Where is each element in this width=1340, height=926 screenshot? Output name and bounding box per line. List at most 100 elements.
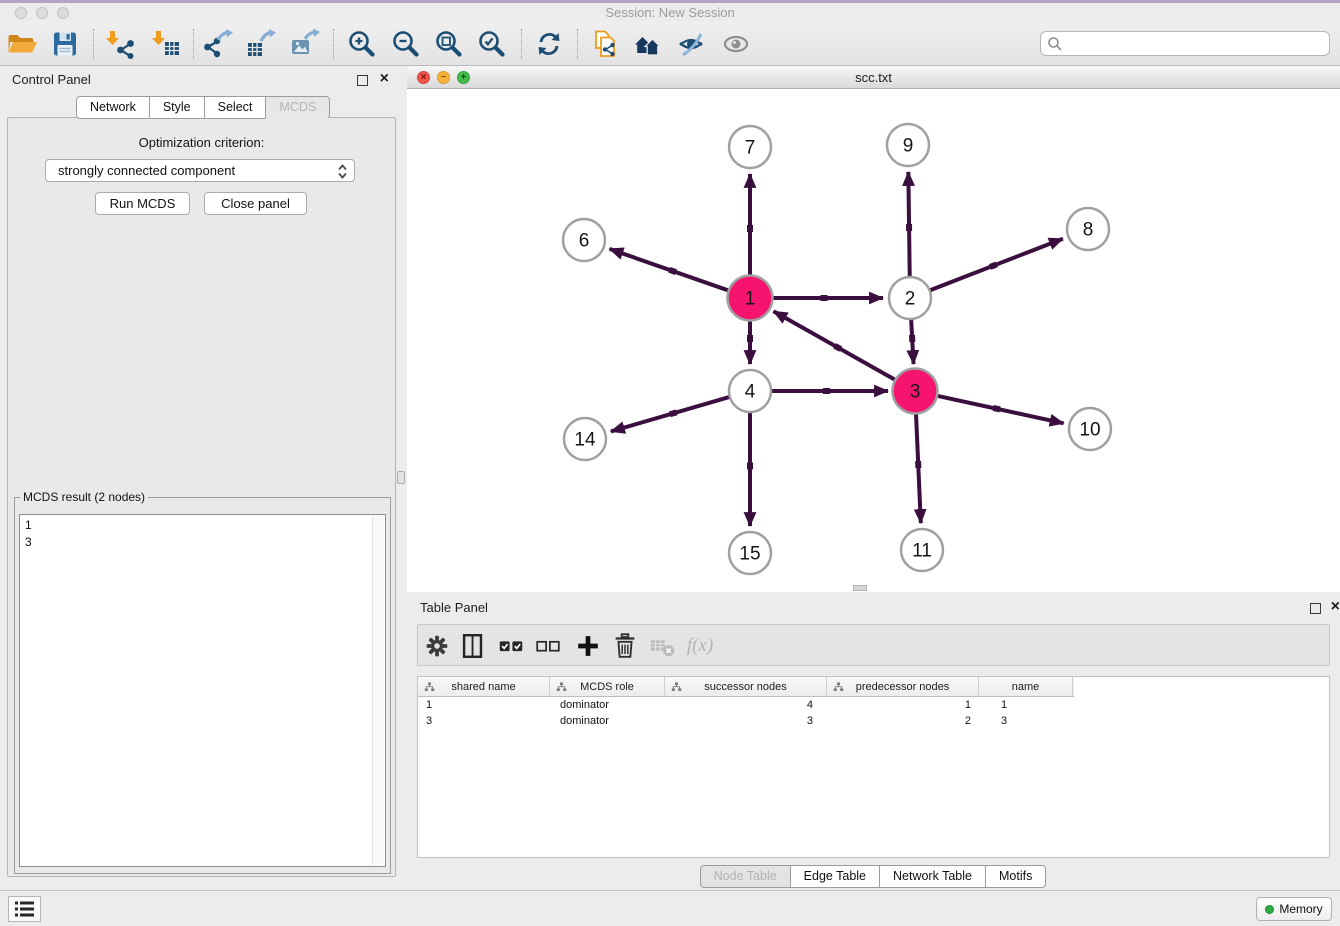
search-input[interactable]	[1040, 31, 1330, 56]
memory-button[interactable]: Memory	[1256, 897, 1332, 921]
delete-row-trash-icon[interactable]	[609, 630, 641, 662]
import-table-icon[interactable]	[148, 28, 184, 60]
task-history-button[interactable]	[8, 896, 41, 922]
column-type-icon	[424, 682, 435, 692]
mcds-result-title: MCDS result (2 nodes)	[20, 490, 148, 504]
result-scrollbar[interactable]	[372, 516, 384, 865]
show-columns-icon[interactable]	[457, 630, 489, 662]
graph-node-label: 9	[903, 136, 914, 157]
tab-style[interactable]: Style	[149, 96, 205, 119]
column-header-shared-name[interactable]: shared name	[418, 677, 550, 696]
cell-mcds-role[interactable]: dominator	[550, 697, 665, 713]
close-table-panel-icon[interactable]: ×	[1331, 600, 1340, 614]
tab-network-table[interactable]: Network Table	[879, 865, 986, 888]
column-header-predecessor-nodes[interactable]: predecessor nodes	[827, 677, 979, 696]
select-all-icon[interactable]	[495, 630, 527, 662]
cell-predecessor-nodes[interactable]: 1	[827, 697, 979, 713]
cell-predecessor-nodes[interactable]: 2	[827, 713, 979, 729]
zoom-fit-icon[interactable]	[431, 28, 467, 60]
zoom-selected-icon[interactable]	[474, 28, 510, 60]
cell-successor-nodes[interactable]: 4	[665, 697, 827, 713]
function-builder-icon[interactable]: f(x)	[684, 630, 716, 662]
close-panel-button[interactable]: Close panel	[204, 192, 307, 215]
column-type-icon	[671, 682, 682, 692]
clone-network-icon[interactable]	[587, 28, 623, 60]
panel-splitter-handle[interactable]	[397, 471, 405, 484]
toolbar-separator	[577, 29, 578, 59]
export-image-icon[interactable]	[287, 28, 323, 60]
tab-mcds[interactable]: MCDS	[265, 96, 330, 119]
graph-node-label: 1	[745, 289, 756, 310]
cell-name[interactable]: 1	[979, 697, 1073, 713]
table-toolbar: f(x)	[417, 624, 1330, 666]
control-panel-title: Control Panel	[12, 72, 91, 87]
network-window-titlebar: × − + scc.txt	[407, 66, 1340, 89]
first-neighbors-icon[interactable]	[630, 28, 666, 60]
show-all-eye-icon[interactable]	[718, 28, 754, 60]
column-header-name[interactable]: name	[979, 677, 1073, 696]
cell-name[interactable]: 3	[979, 713, 1073, 729]
run-mcds-button[interactable]: Run MCDS	[95, 192, 190, 215]
column-header-mcds-role[interactable]: MCDS role	[550, 677, 665, 696]
float-panel-icon[interactable]	[357, 75, 368, 86]
network-title: scc.txt	[407, 70, 1340, 85]
import-network-icon[interactable]	[102, 28, 138, 60]
criterion-select[interactable]: strongly connected component	[45, 159, 355, 182]
edge-label-mark	[990, 264, 997, 267]
export-network-icon[interactable]	[200, 28, 236, 60]
delete-table-icon[interactable]	[647, 630, 679, 662]
toolbar-separator	[521, 29, 522, 59]
graph-node-label: 8	[1083, 220, 1094, 241]
mcds-result-textarea[interactable]: 1 3	[19, 514, 386, 867]
cell-shared-name[interactable]: 3	[418, 713, 550, 729]
column-label: name	[1012, 681, 1040, 693]
tab-node-table[interactable]: Node Table	[700, 865, 791, 888]
optimization-criterion-label: Optimization criterion:	[8, 135, 395, 150]
hide-selection-eye-icon[interactable]	[673, 28, 709, 60]
status-bar: Memory	[0, 890, 1340, 926]
deselect-all-icon[interactable]	[532, 630, 564, 662]
zoom-out-icon[interactable]	[388, 28, 424, 60]
toolbar-separator	[193, 29, 194, 59]
node-table: shared name MCDS role successor nodes pr…	[417, 676, 1330, 858]
network-view-window: × − + scc.txt 1234678910111415	[407, 66, 1340, 592]
network-canvas[interactable]: 1234678910111415	[407, 89, 1340, 592]
cell-successor-nodes[interactable]: 3	[665, 713, 827, 729]
refresh-layout-icon[interactable]	[531, 28, 567, 60]
toolbar-separator	[93, 29, 94, 59]
mcds-result-line: 1	[25, 517, 385, 534]
table-row[interactable]: 1 dominator 4 1 1	[418, 697, 1329, 713]
graph-node-label: 14	[574, 430, 596, 451]
tab-network[interactable]: Network	[76, 96, 150, 119]
add-row-icon[interactable]	[572, 630, 604, 662]
window-titlebar: Session: New Session	[0, 3, 1340, 22]
table-row[interactable]: 3 dominator 3 2 3	[418, 713, 1329, 729]
task-list-icon	[14, 900, 36, 918]
canvas-resize-handle[interactable]	[853, 585, 867, 591]
zoom-in-icon[interactable]	[344, 28, 380, 60]
table-panel-title: Table Panel	[420, 600, 488, 615]
column-label: shared name	[451, 681, 515, 693]
settings-gear-icon[interactable]	[421, 630, 453, 662]
float-table-panel-icon[interactable]	[1310, 603, 1321, 614]
graph-node-label: 10	[1079, 420, 1100, 441]
tab-select[interactable]: Select	[204, 96, 267, 119]
graph-node-label: 4	[745, 382, 756, 403]
save-session-icon[interactable]	[47, 28, 83, 60]
column-header-successor-nodes[interactable]: successor nodes	[665, 677, 827, 696]
open-session-icon[interactable]	[4, 28, 40, 60]
select-spinner-icon	[336, 163, 349, 183]
export-table-icon[interactable]	[243, 28, 279, 60]
criterion-value: strongly connected component	[58, 163, 235, 178]
tab-edge-table[interactable]: Edge Table	[790, 865, 880, 888]
edge-label-mark	[993, 408, 1000, 409]
control-panel: Control Panel × Network Style Select MCD…	[0, 66, 404, 890]
tab-motifs[interactable]: Motifs	[985, 865, 1046, 888]
table-header-row: shared name MCDS role successor nodes pr…	[418, 677, 1074, 697]
mcds-result-line: 3	[25, 534, 385, 551]
cell-mcds-role[interactable]: dominator	[550, 713, 665, 729]
edge-label-mark	[835, 346, 841, 349]
cell-shared-name[interactable]: 1	[418, 697, 550, 713]
close-panel-icon[interactable]: ×	[380, 72, 389, 86]
window-title: Session: New Session	[0, 5, 1340, 20]
